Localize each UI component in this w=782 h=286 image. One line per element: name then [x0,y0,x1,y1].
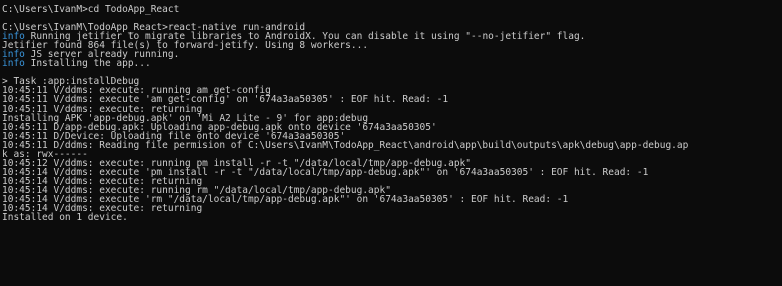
terminal-line: C:\Users\IvanM>cd TodoApp_React [2,4,782,15]
terminal-output: C:\Users\IvanM>cd TodoApp_React C:\Users\… [2,4,782,224]
line-text: C:\Users\IvanM>cd TodoApp_React [2,4,180,15]
terminal-line: 10:45:11 D/ddms: Reading file permision … [2,139,782,151]
line-text: Installing the app... [24,58,151,70]
info-prefix: info [2,58,25,70]
line-text: Installed on 1 device. [2,212,128,224]
terminal-line: Installed on 1 device. [2,212,782,224]
terminal-line: info Installing the app... [2,58,782,70]
line-text: 10:45:11 D/ddms: Reading file permision … [2,139,689,151]
terminal-window[interactable]: C:\Users\IvanM>cd TodoApp_React C:\Users\… [0,0,782,286]
